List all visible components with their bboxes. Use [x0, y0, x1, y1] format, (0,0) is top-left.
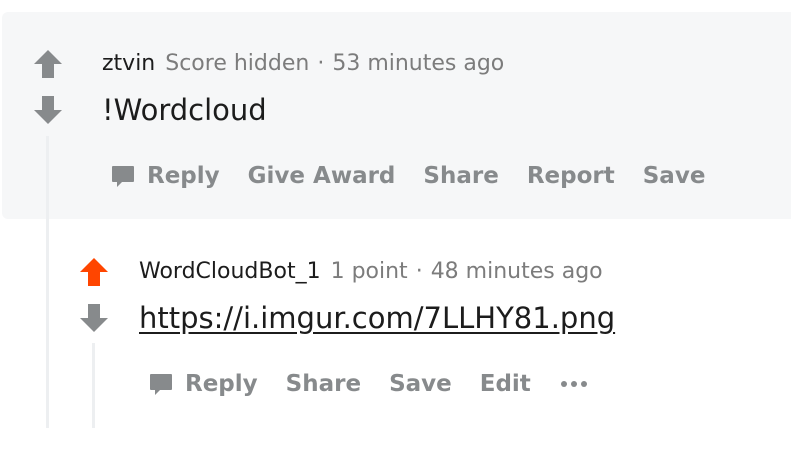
- save-label: Save: [642, 163, 706, 189]
- report-label: Report: [526, 163, 615, 189]
- share-label: Share: [285, 371, 362, 397]
- comment-meta: ztvin Score hidden · 53 minutes ago: [102, 51, 504, 77]
- save-label: Save: [389, 371, 452, 397]
- arrow-down-icon: [78, 302, 110, 334]
- meta-separator: ·: [415, 259, 423, 284]
- reply-body: https://i.imgur.com/7LLHY81.png: [139, 301, 615, 335]
- reply-thread-line[interactable]: [92, 343, 95, 428]
- reply-button[interactable]: Reply: [110, 163, 220, 189]
- reply-meta: WordCloudBot_1 1 point · 48 minutes ago: [139, 259, 603, 285]
- save-button[interactable]: Save: [389, 371, 452, 397]
- give-award-button[interactable]: Give Award: [248, 163, 396, 189]
- comment-bubble-icon: [110, 163, 136, 189]
- arrow-down-icon: [32, 94, 64, 126]
- reply-score: 1 point: [330, 259, 408, 284]
- share-label: Share: [423, 163, 499, 189]
- comment-score: Score hidden: [165, 51, 310, 76]
- comment-actions: Reply Give Award Share Report Save: [110, 159, 733, 193]
- reply-label: Reply: [185, 371, 258, 397]
- comment-timestamp[interactable]: 53 minutes ago: [332, 51, 504, 76]
- share-button[interactable]: Share: [286, 371, 361, 397]
- comment-bubble-icon: [148, 371, 174, 397]
- give-award-label: Give Award: [247, 163, 396, 189]
- reply-author[interactable]: WordCloudBot_1: [139, 259, 321, 284]
- more-options-icon[interactable]: [560, 381, 587, 387]
- comment-author[interactable]: ztvin: [102, 51, 155, 76]
- meta-separator: ·: [317, 51, 325, 76]
- reply-button[interactable]: Reply: [148, 371, 258, 397]
- comment-body: !Wordcloud: [102, 93, 267, 127]
- arrow-up-icon: [32, 48, 64, 80]
- upvote-button[interactable]: [32, 48, 64, 80]
- reply-timestamp[interactable]: 48 minutes ago: [431, 259, 603, 284]
- edit-button[interactable]: Edit: [480, 371, 531, 397]
- share-button[interactable]: Share: [423, 163, 498, 189]
- edit-label: Edit: [479, 371, 531, 397]
- imgur-link[interactable]: https://i.imgur.com/7LLHY81.png: [139, 301, 615, 335]
- save-button[interactable]: Save: [643, 163, 706, 189]
- report-button[interactable]: Report: [527, 163, 615, 189]
- downvote-button[interactable]: [32, 94, 64, 126]
- parent-thread-line[interactable]: [46, 136, 49, 428]
- reply-actions: Reply Share Save Edit: [148, 367, 587, 401]
- reply-label: Reply: [147, 163, 220, 189]
- reply-downvote-button[interactable]: [78, 302, 110, 334]
- reply-upvote-button[interactable]: [78, 256, 110, 288]
- arrow-up-icon: [78, 256, 110, 288]
